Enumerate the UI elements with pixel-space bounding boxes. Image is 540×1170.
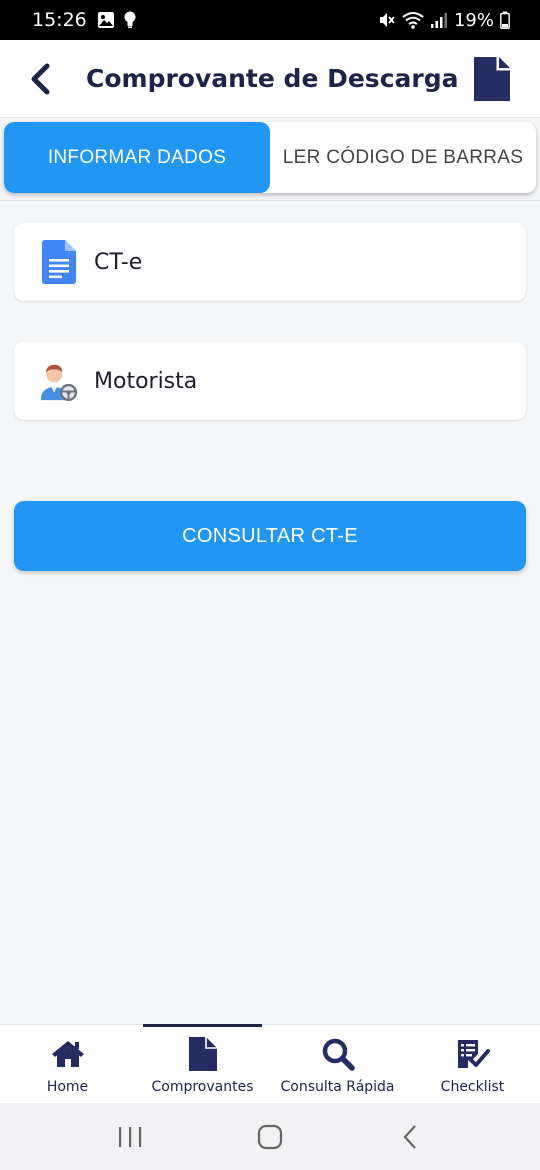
nav-item-checklist[interactable]: Checklist: [405, 1025, 540, 1103]
back-system-button[interactable]: [380, 1117, 440, 1157]
bottom-nav: Home Comprovantes Consulta Rápida Checkl…: [0, 1024, 540, 1103]
signal-icon: [430, 13, 447, 28]
battery-icon: [500, 11, 510, 29]
status-time: 15:26: [32, 9, 87, 31]
divider: [0, 200, 540, 201]
tab-informar-dados[interactable]: INFORMAR DADOS: [4, 122, 270, 193]
page-title: Comprovante de Descarga: [86, 64, 459, 93]
document-icon: [188, 1037, 217, 1071]
battery-percent: 19%: [453, 9, 494, 31]
bulb-notification-icon: [124, 11, 136, 28]
card-label: Motorista: [94, 368, 198, 394]
nav-item-home[interactable]: Home: [0, 1025, 135, 1103]
mute-icon: [379, 13, 395, 27]
home-system-button[interactable]: [240, 1117, 300, 1157]
motorista-card[interactable]: Motorista: [14, 342, 526, 420]
search-icon: [322, 1038, 355, 1071]
document-icon: [42, 240, 76, 284]
home-circle-icon: [257, 1124, 283, 1149]
consultar-cte-button[interactable]: CONSULTAR CT-E: [14, 501, 526, 571]
checklist-icon: [457, 1040, 490, 1068]
document-button[interactable]: [470, 53, 514, 105]
nav-item-consulta-rapida[interactable]: Consulta Rápida: [270, 1025, 405, 1103]
tab-ler-codigo-de-barras[interactable]: LER CÓDIGO DE BARRAS: [270, 122, 536, 193]
nav-item-comprovantes[interactable]: Comprovantes: [135, 1024, 270, 1103]
tab-bar: INFORMAR DADOS LER CÓDIGO DE BARRAS: [4, 122, 536, 193]
home-icon: [51, 1041, 84, 1067]
image-notification-icon: [97, 12, 114, 28]
system-nav-bar: [0, 1103, 540, 1170]
back-arrow-icon: [403, 1124, 416, 1149]
recent-apps-icon: [119, 1126, 142, 1147]
app-header: Comprovante de Descarga: [0, 40, 540, 118]
status-bar: 15:26 19%: [0, 0, 540, 40]
recent-apps-button[interactable]: [100, 1117, 160, 1157]
cte-card[interactable]: CT-e: [14, 223, 526, 301]
card-label: CT-e: [94, 249, 143, 275]
back-button[interactable]: [14, 53, 66, 105]
driver-icon: [40, 364, 78, 402]
wifi-icon: [402, 12, 424, 29]
document-icon: [474, 56, 510, 101]
chevron-left-icon: [31, 63, 50, 94]
